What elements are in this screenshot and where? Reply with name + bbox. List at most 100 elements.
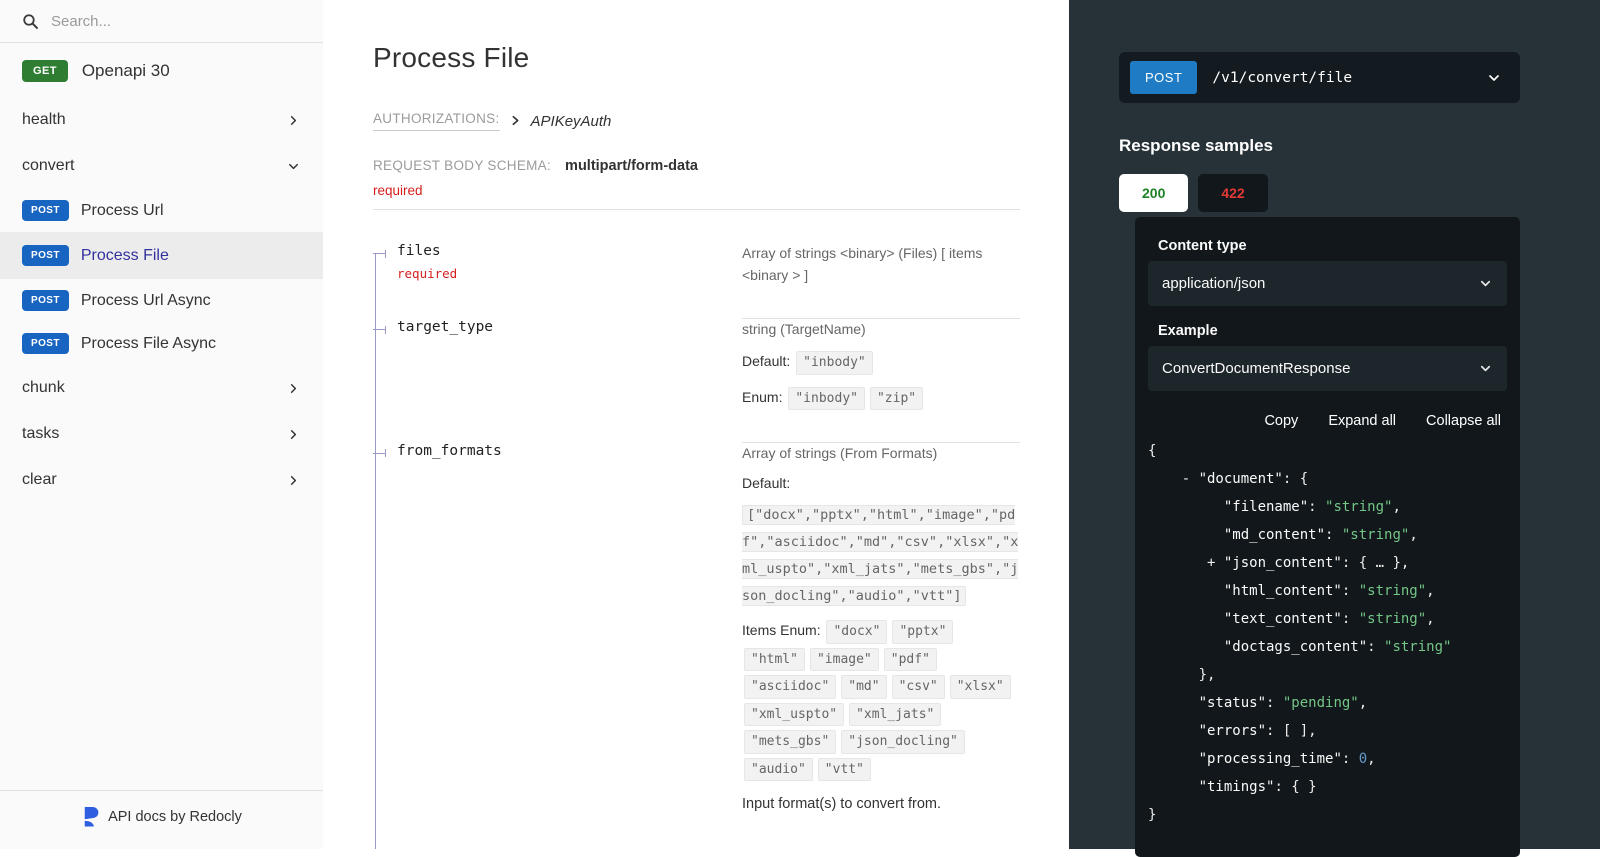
sidebar-item-convert[interactable]: convert [0, 143, 323, 189]
default-value-chip: "inbody" [796, 351, 873, 374]
redocly-attribution-link[interactable]: API docs by Redocly [0, 790, 323, 849]
post-method-badge: POST [22, 200, 69, 221]
chevron-right-icon [286, 427, 301, 442]
example-selected-value: ConvertDocumentResponse [1162, 360, 1350, 377]
post-method-badge: POST [1130, 61, 1197, 94]
field-type: string (TargetName) [742, 319, 1020, 341]
field-row-from-formats: from_formats Array of strings (From Form… [373, 443, 1020, 815]
search-input[interactable] [49, 12, 303, 31]
json-code-line: "html_content": "string", [1148, 577, 1507, 605]
expand-all-button[interactable]: Expand all [1328, 413, 1396, 429]
json-code-line: - "document": { [1148, 465, 1507, 493]
sidebar-item-process-file-async[interactable]: POSTProcess File Async [0, 322, 323, 365]
tab-422[interactable]: 422 [1198, 174, 1267, 212]
chevron-right-icon [286, 113, 301, 128]
json-code-line: "filename": "string", [1148, 493, 1507, 521]
sidebar-item-process-url-async[interactable]: POSTProcess Url Async [0, 279, 323, 322]
sidebar-item-process-url[interactable]: POST Process Url [0, 189, 323, 232]
tree-connector [373, 453, 386, 454]
default-label: Default: [742, 353, 790, 369]
chevron-down-icon [1478, 361, 1493, 376]
enum-value-chip: "pptx" [892, 620, 953, 643]
chevron-down-icon [286, 159, 301, 174]
chevron-right-icon [286, 473, 301, 488]
json-code-line: "md_content": "string", [1148, 521, 1507, 549]
request-body-schema-label: REQUEST BODY SCHEMA: [373, 158, 551, 173]
enum-value-chip: "vtt" [818, 758, 871, 781]
json-code-line: + "json_content": { … }, [1148, 549, 1507, 577]
sidebar-item-process-file[interactable]: POSTProcess File [0, 232, 323, 279]
json-code-line: }, [1148, 661, 1507, 689]
enum-chip-list: "inbody""zip" [786, 389, 926, 405]
enum-value-chip: "zip" [870, 387, 923, 410]
sidebar-item-label: Process Url [81, 202, 164, 220]
endpoint-selector[interactable]: POST /v1/convert/file [1119, 52, 1520, 103]
field-name: from_formats [397, 443, 502, 815]
enum-value-chip: "html" [744, 648, 805, 671]
copy-button[interactable]: Copy [1264, 413, 1298, 429]
response-tabs: 200 422 [1119, 174, 1520, 212]
sidebar-item-health[interactable]: health [0, 97, 323, 143]
field-type: Array of strings (From Formats) [742, 443, 1020, 465]
enum-value-chip: "md" [841, 675, 886, 698]
json-code-line: { [1148, 437, 1507, 465]
example-select[interactable]: ConvertDocumentResponse [1148, 346, 1507, 391]
enum-label: Enum: [742, 389, 782, 405]
enum-value-chip: "xlsx" [950, 675, 1011, 698]
content-type-value: multipart/form-data [565, 158, 698, 174]
default-label: Default: [742, 473, 1020, 495]
search-bar[interactable] [0, 0, 323, 43]
json-code-line: "processing_time": 0, [1148, 745, 1507, 773]
sidebar-item-label: health [22, 111, 66, 129]
tree-connector [373, 329, 386, 330]
json-code-line: "text_content": "string", [1148, 605, 1507, 633]
content-type-label: Content type [1158, 238, 1507, 254]
sidebar-item-label: Process Url Async [81, 292, 211, 310]
attribution-label: API docs by Redocly [108, 809, 242, 825]
json-code-line: "timings": { } [1148, 773, 1507, 801]
sidebar-item-tasks[interactable]: tasks [0, 411, 323, 457]
request-body-schema-row: REQUEST BODY SCHEMA: multipart/form-data [373, 158, 1020, 174]
content-type-selected-value: application/json [1162, 275, 1265, 292]
post-method-badge: POST [22, 245, 69, 266]
convert-operations-list: POSTProcess UrlPOSTProcess FilePOSTProce… [0, 189, 323, 365]
search-icon [22, 13, 39, 30]
content-type-select[interactable]: application/json [1148, 261, 1507, 306]
enum-value-chip: "docx" [826, 620, 887, 643]
example-label: Example [1158, 323, 1507, 339]
field-type: Array of strings <binary> (Files) [ item… [742, 243, 1020, 286]
auth-scheme-link[interactable]: APIKeyAuth [531, 113, 612, 130]
schema-fields: files required Array of strings <binary>… [373, 243, 1020, 815]
get-method-badge: GET [22, 60, 68, 82]
sample-actions: Copy Expand all Collapse all [1148, 413, 1501, 429]
post-method-badge: POST [22, 333, 69, 354]
authorizations-label: AUTHORIZATIONS: [373, 111, 500, 131]
json-code-line: "doctags_content": "string" [1148, 633, 1507, 661]
chevron-right-icon [286, 381, 301, 396]
sidebar-item-clear[interactable]: clear [0, 457, 323, 503]
sidebar-item-openapi-30[interactable]: GET Openapi 30 [0, 43, 323, 97]
required-flag: required [373, 183, 1020, 198]
enum-value-chip: "image" [810, 648, 879, 671]
tab-200[interactable]: 200 [1119, 174, 1188, 212]
json-code-line: } [1148, 801, 1507, 829]
divider [373, 209, 1020, 210]
chevron-down-icon [1486, 70, 1502, 86]
field-name: target_type [397, 319, 493, 443]
page-title: Process File [373, 42, 1020, 74]
enum-value-chip: "inbody" [788, 387, 865, 410]
json-sample-code: { - "document": { "filename": "string", … [1148, 437, 1507, 829]
enum-value-chip: "pdf" [884, 648, 937, 671]
enum-value-chip: "audio" [744, 758, 813, 781]
field-description: Input format(s) to convert from. [742, 793, 1020, 815]
authorizations-row: AUTHORIZATIONS: APIKeyAuth [373, 111, 1020, 131]
enum-value-chip: "mets_gbs" [744, 730, 836, 753]
field-row-files: files required Array of strings <binary>… [373, 243, 1020, 319]
json-code-line: "errors": [ ], [1148, 717, 1507, 745]
endpoint-path: /v1/convert/file [1212, 70, 1352, 86]
collapse-all-button[interactable]: Collapse all [1426, 413, 1501, 429]
default-value-chip: ["docx","pptx","html","image","pdf","asc… [742, 505, 1018, 606]
sidebar-item-chunk[interactable]: chunk [0, 365, 323, 411]
enum-value-chip: "xml_jats" [849, 703, 941, 726]
sidebar-item-label: chunk [22, 379, 65, 397]
